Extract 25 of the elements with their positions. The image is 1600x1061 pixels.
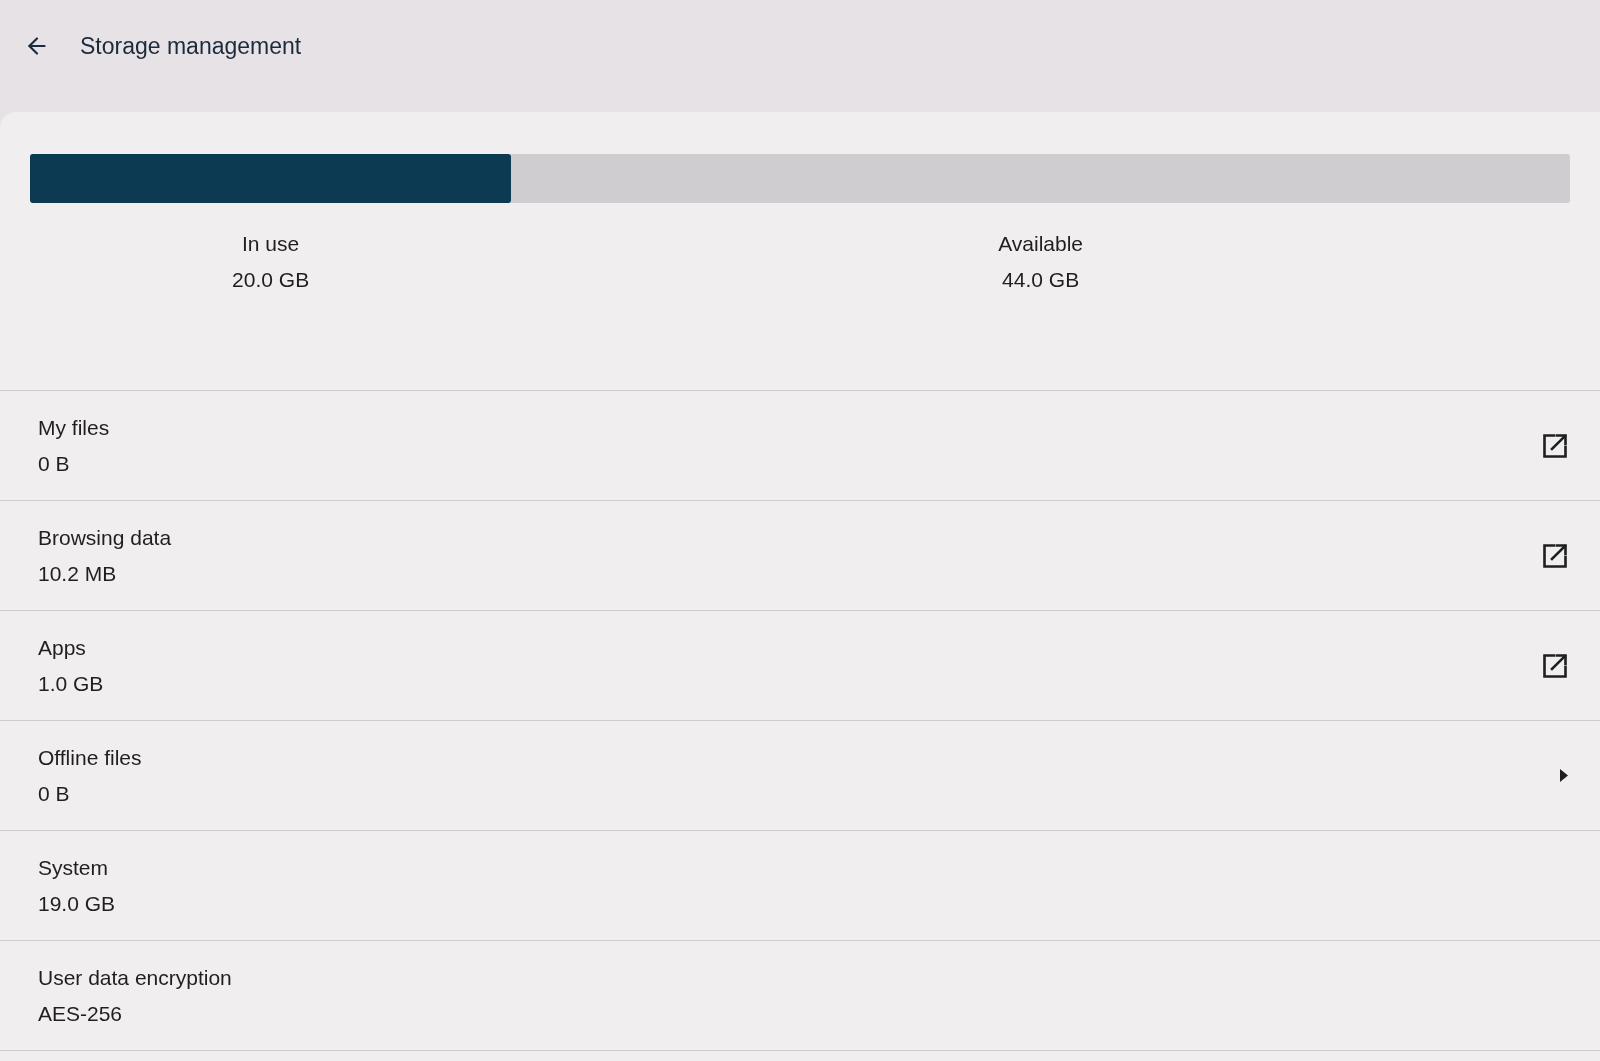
category-title: Apps [38,634,87,661]
usage-label: Available [998,231,1084,257]
category-size: 1.0 GB [38,670,104,697]
category-size: 10.2 MB [38,560,118,587]
storage-category-row[interactable]: Browsing data 10.2 MB [0,501,1600,611]
category-size: 0 B [38,450,71,477]
category-size: AES-256 [38,1000,124,1027]
category-title: Offline files [38,744,142,771]
storage-category-row[interactable]: Apps 1.0 GB [0,611,1600,721]
category-size: 19.0 GB [38,890,116,917]
usage-value: 20.0 GB [232,267,310,293]
category-size: 0 B [38,780,71,807]
usage-label: In use [242,231,300,257]
category-title: Browsing data [38,524,172,551]
category-title: User data encryption [38,964,232,991]
open-external-icon [1542,542,1568,569]
storage-category-row[interactable]: My files 0 B [0,391,1600,501]
caret-right-icon [1560,769,1568,782]
usage-value: 44.0 GB [1002,267,1080,293]
storage-category-row[interactable]: Offline files 0 B [0,721,1600,831]
open-external-icon [1542,652,1568,679]
open-external-icon [1542,432,1568,459]
category-title: System [38,854,109,881]
category-title: My files [38,414,110,441]
page-title: Storage management [80,31,302,61]
